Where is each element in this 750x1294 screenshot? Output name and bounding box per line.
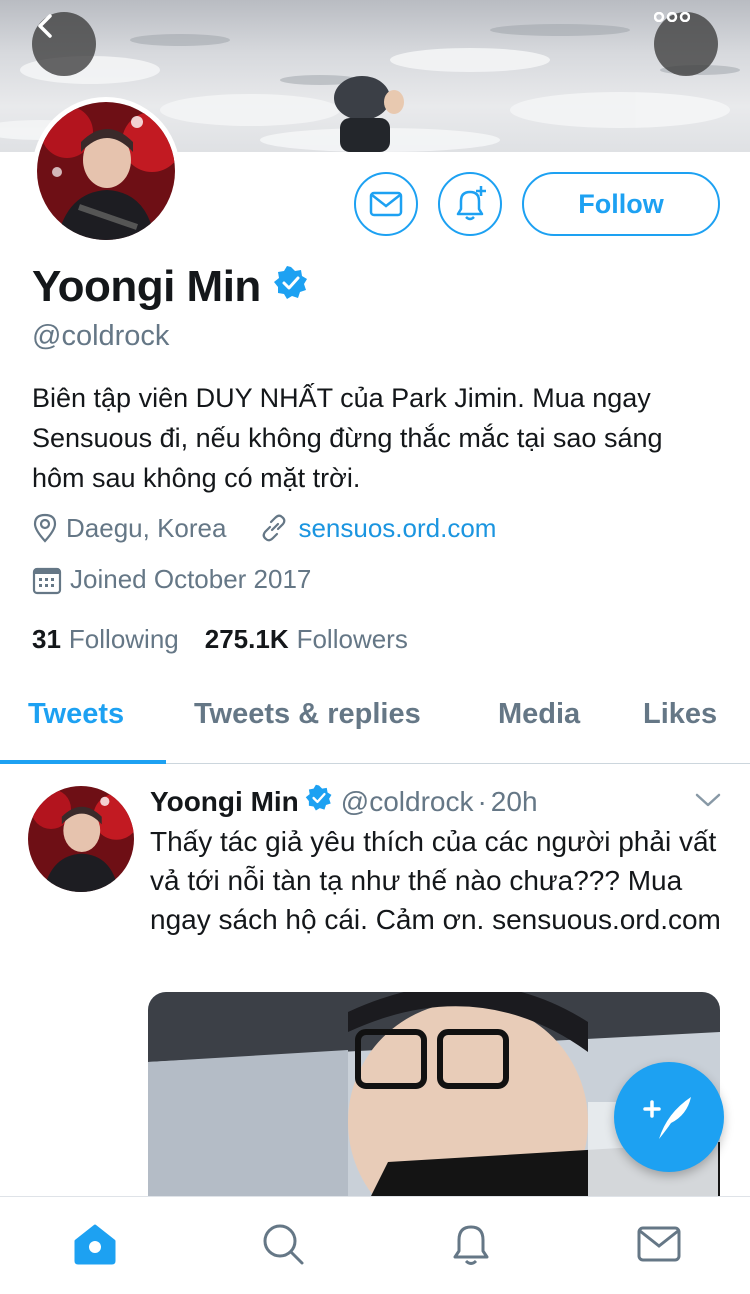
- notifications-toggle-button[interactable]: [438, 172, 502, 236]
- search-icon: [263, 1224, 304, 1265]
- chevron-left-icon: [38, 14, 52, 38]
- profile-tabs: Tweets Tweets & replies Media Likes: [0, 680, 750, 764]
- nav-messages[interactable]: [634, 1219, 684, 1269]
- compose-tweet-icon: [643, 1097, 691, 1139]
- notifications-icon: [453, 1225, 489, 1265]
- calendar-icon: [32, 565, 62, 595]
- tweet-author-handle[interactable]: @coldrock: [341, 786, 474, 818]
- tweet-options-button[interactable]: [694, 790, 722, 815]
- back-button[interactable]: [32, 12, 96, 76]
- nav-notifications[interactable]: [446, 1219, 496, 1269]
- profile-website-link[interactable]: sensuos.ord.com: [298, 513, 496, 544]
- verified-badge-icon: [273, 262, 309, 312]
- more-dots-icon: [654, 12, 690, 22]
- nav-home[interactable]: [70, 1219, 120, 1269]
- following-label[interactable]: Following: [69, 624, 179, 655]
- follow-button[interactable]: Follow: [522, 172, 720, 236]
- profile-bio: Biên tập viên DUY NHẤT của Park Jimin. M…: [32, 383, 663, 493]
- followers-count[interactable]: 275.1K: [205, 624, 289, 655]
- profile-website-group[interactable]: sensuos.ord.com: [258, 512, 496, 544]
- bell-plus-icon: [456, 186, 486, 221]
- profile-handle: @coldrock: [32, 320, 170, 352]
- message-button[interactable]: [354, 172, 418, 236]
- tab-tweets[interactable]: Tweets: [28, 698, 124, 731]
- more-options-button[interactable]: [654, 12, 718, 76]
- tab-media[interactable]: Media: [498, 698, 580, 731]
- compose-tweet-button[interactable]: [614, 1062, 724, 1172]
- profile-meta-location: Daegu, Korea sensuos.ord.com: [32, 512, 496, 544]
- profile-avatar[interactable]: [32, 97, 180, 245]
- messages-icon: [637, 1226, 681, 1262]
- tab-tweets-replies[interactable]: Tweets & replies: [194, 698, 421, 731]
- following-count[interactable]: 31: [32, 624, 61, 655]
- active-tab-indicator: [0, 760, 166, 764]
- location-pin-icon: [32, 513, 58, 543]
- bottom-navigation: [0, 1196, 750, 1294]
- profile-location: Daegu, Korea: [66, 512, 227, 543]
- tweet-text: Thấy tác giả yêu thích của các người phả…: [150, 826, 721, 935]
- tweet-author-name[interactable]: Yoongi Min: [150, 786, 299, 818]
- verified-badge-icon: [305, 784, 333, 819]
- followers-label[interactable]: Followers: [297, 624, 408, 655]
- link-icon: [258, 512, 290, 544]
- profile-name-row: Yoongi Min: [32, 262, 309, 312]
- profile-meta-joined: Joined October 2017: [32, 564, 311, 595]
- home-icon: [74, 1224, 116, 1265]
- tab-likes[interactable]: Likes: [643, 698, 717, 731]
- nav-search[interactable]: [258, 1219, 308, 1269]
- tweet-avatar[interactable]: [28, 786, 134, 892]
- mail-icon: [369, 191, 403, 217]
- chevron-down-icon: [695, 793, 721, 807]
- profile-name: Yoongi Min: [32, 262, 261, 311]
- avatar-image: [37, 102, 175, 240]
- tweet-separator: ·: [477, 785, 487, 817]
- tweet-avatar-image: [28, 786, 134, 892]
- tweet-header: Yoongi Min @coldrock · 20h: [150, 784, 538, 819]
- profile-joined: Joined October 2017: [70, 564, 312, 594]
- profile-stats: 31 Following 275.1K Followers: [32, 624, 434, 655]
- tweet-time: 20h: [490, 785, 538, 817]
